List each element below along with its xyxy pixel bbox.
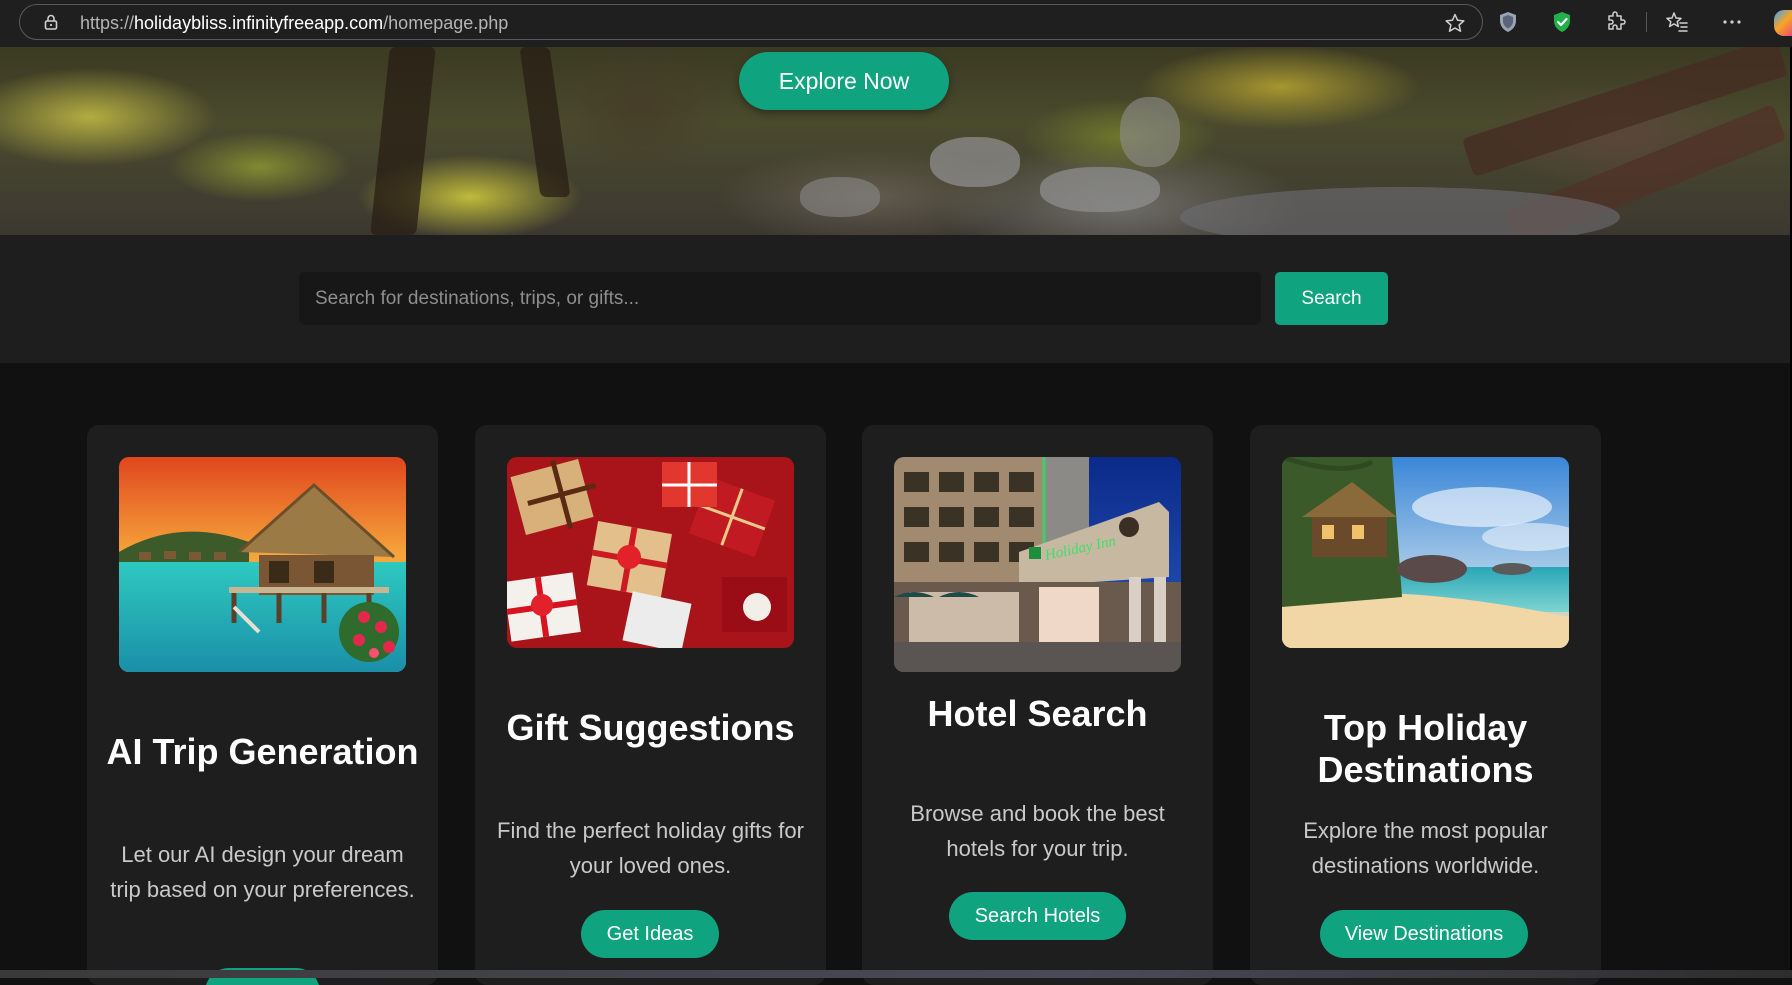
wrapped-gifts-photo <box>507 457 794 648</box>
copilot-icon[interactable] <box>1774 10 1792 36</box>
search-hotels-button[interactable]: Search Hotels <box>949 892 1126 940</box>
feature-card-ai-trip: AI Trip Generation Let our AI design you… <box>87 425 438 985</box>
card-title: Gift Suggestions <box>506 707 795 748</box>
lock-icon[interactable] <box>42 13 60 31</box>
shield-extension-icon[interactable] <box>1496 10 1520 34</box>
hero-tree-trunk <box>519 47 571 197</box>
hero-banner: Explore Now <box>0 47 1790 235</box>
get-ideas-button[interactable]: Get Ideas <box>581 910 719 958</box>
hero-rock <box>800 177 880 217</box>
hero-rock <box>1120 97 1180 167</box>
url-text[interactable]: https://holidaybliss.infinityfreeapp.com… <box>80 13 508 34</box>
star-icon[interactable] <box>1444 12 1466 34</box>
overwater-bungalow-photo <box>119 457 406 672</box>
tropical-beach-photo <box>1282 457 1569 648</box>
hero-rock <box>930 137 1020 187</box>
features-section: AI Trip Generation Let our AI design you… <box>0 363 1790 985</box>
card-title: Top Holiday Destinations <box>1317 707 1534 790</box>
more-menu-icon[interactable] <box>1720 10 1744 34</box>
search-section: Search <box>0 235 1790 363</box>
url-domain: holidaybliss.infinityfreeapp.com <box>134 13 384 33</box>
search-input[interactable] <box>299 272 1261 325</box>
address-bar[interactable]: https://holidaybliss.infinityfreeapp.com… <box>19 4 1483 40</box>
holiday-inn-hotel-photo: Holiday Inn <box>894 457 1181 672</box>
url-path: /homepage.php <box>383 13 509 33</box>
feature-card-top-destinations: Top Holiday Destinations Explore the mos… <box>1250 425 1601 985</box>
card-description: Let our AI design your dream trip based … <box>110 842 415 902</box>
url-scheme: https:// <box>80 13 135 33</box>
favorites-icon[interactable] <box>1665 10 1689 34</box>
card-description: Find the perfect holiday gifts for your … <box>497 818 804 878</box>
toolbar-divider <box>1646 12 1647 32</box>
card-title: AI Trip Generation <box>106 731 419 772</box>
explore-now-button[interactable]: Explore Now <box>739 52 949 110</box>
feature-card-gift-suggestions: Gift Suggestions Find the perfect holida… <box>475 425 826 985</box>
puzzle-extensions-icon[interactable] <box>1604 10 1628 34</box>
hero-rock <box>1040 167 1160 212</box>
card-description: Browse and book the best hotels for your… <box>910 801 1165 861</box>
view-destinations-button[interactable]: View Destinations <box>1320 910 1528 958</box>
feature-card-hotel-search: Holiday Inn Hotel Search Browse and book… <box>862 425 1213 985</box>
card-title: Hotel Search <box>927 693 1148 734</box>
hero-tree-trunk <box>370 47 436 235</box>
browser-toolbar: https://holidaybliss.infinityfreeapp.com… <box>0 0 1792 48</box>
card-description: Explore the most popular destinations wo… <box>1303 818 1548 878</box>
search-button[interactable]: Search <box>1275 272 1388 325</box>
check-shield-extension-icon[interactable] <box>1550 10 1574 34</box>
taskbar-strip <box>0 970 1792 978</box>
